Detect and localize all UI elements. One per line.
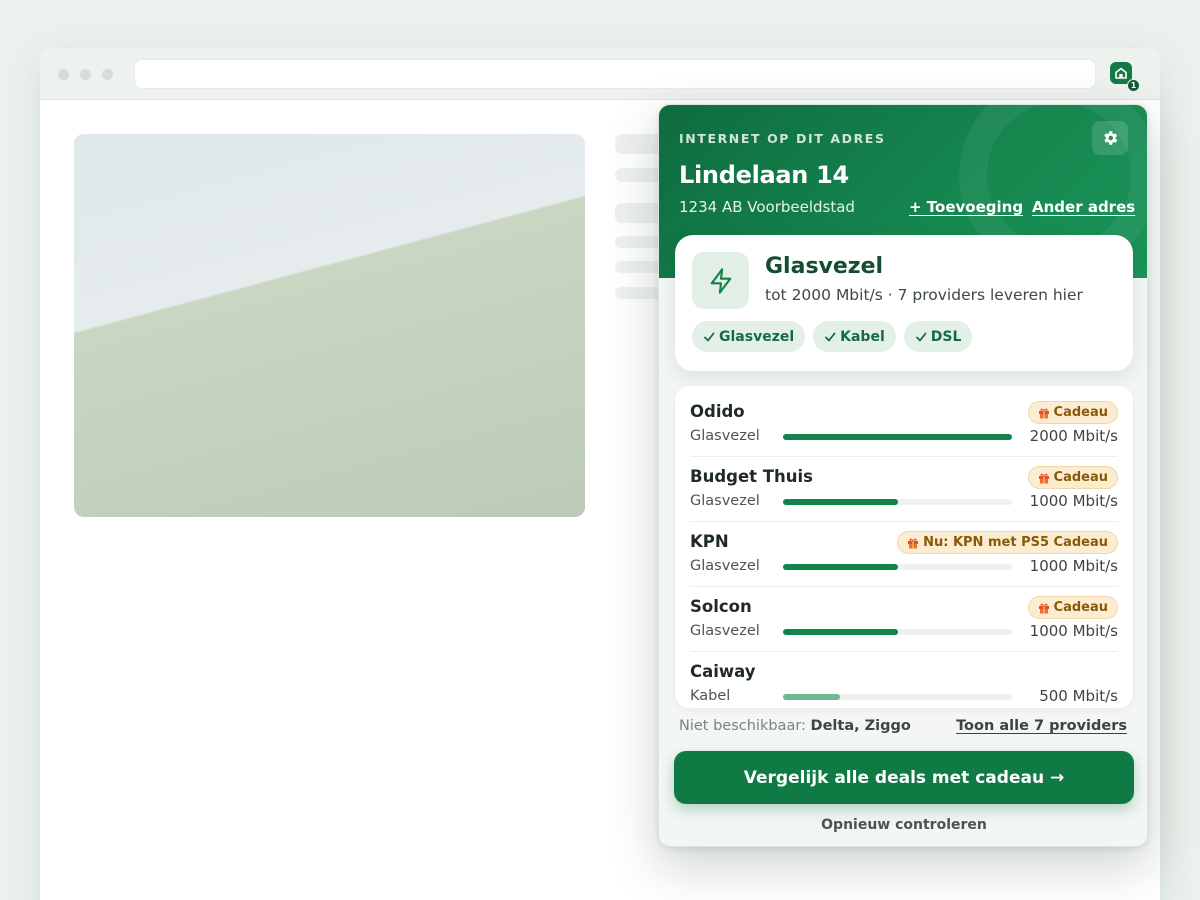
speed-bar-fill <box>783 499 898 505</box>
address-street: Lindelaan 14 <box>679 161 849 189</box>
speed-bar <box>783 499 1012 505</box>
other-address-link[interactable]: Ander adres <box>1032 198 1135 216</box>
window-dot-close[interactable] <box>58 69 69 80</box>
address-bar[interactable] <box>134 59 1096 89</box>
provider-row[interactable]: Budget Thuis Cadeau Glasvezel 1000 Mbit/… <box>690 457 1118 522</box>
speed-bar <box>783 694 1012 700</box>
provider-list: Odido Cadeau Glasvezel 2000 Mbit/s Budge… <box>675 386 1133 708</box>
unavailable-label: Niet beschikbaar: <box>679 718 806 734</box>
provider-name: KPN <box>690 532 729 551</box>
settings-button[interactable] <box>1092 121 1128 155</box>
unavailable-providers: Niet beschikbaar: Delta, Ziggo <box>679 718 911 734</box>
provider-row[interactable]: KPN Nu: KPN met PS5 Cadeau Glasvezel 100… <box>690 522 1118 587</box>
provider-row[interactable]: Odido Cadeau Glasvezel 2000 Mbit/s <box>690 392 1118 457</box>
provider-speed: 1000 Mbit/s <box>1029 622 1118 640</box>
gift-badge[interactable]: Cadeau <box>1027 596 1118 619</box>
window-dot-minimize[interactable] <box>80 69 91 80</box>
house-icon <box>1115 67 1127 79</box>
unavailable-value: Delta, Ziggo <box>810 718 911 734</box>
gift-badge-label: Cadeau <box>1053 600 1108 615</box>
provider-speed: 500 Mbit/s <box>1039 687 1118 705</box>
extension-badge: 1 <box>1127 79 1140 92</box>
recheck-button[interactable]: Opnieuw controleren <box>659 817 1147 833</box>
check-icon <box>825 332 836 341</box>
provider-type: Kabel <box>690 688 731 704</box>
popup-eyebrow: INTERNET OP DIT ADRES <box>679 131 886 146</box>
technology-chip: DSL <box>903 321 973 352</box>
speed-bar-fill <box>783 694 841 700</box>
provider-speed: 1000 Mbit/s <box>1029 557 1118 575</box>
gift-icon <box>908 538 919 548</box>
provider-type: Glasvezel <box>690 558 760 574</box>
chip-label: Glasvezel <box>719 328 795 345</box>
provider-type: Glasvezel <box>690 428 760 444</box>
chip-label: Kabel <box>840 328 885 345</box>
gift-icon <box>1038 408 1049 418</box>
bolt-icon <box>710 267 731 294</box>
gift-badge-label: Cadeau <box>1053 470 1108 485</box>
compare-deals-button[interactable]: Vergelijk alle deals met cadeau → <box>674 751 1134 804</box>
provider-row[interactable]: Caiway Kabel 500 Mbit/s <box>690 652 1118 717</box>
page-hero-image <box>74 134 585 517</box>
speed-bar <box>783 564 1012 570</box>
show-all-providers-link[interactable]: Toon alle 7 providers <box>956 718 1127 734</box>
provider-name: Budget Thuis <box>690 467 813 486</box>
gift-badge[interactable]: Nu: KPN met PS5 Cadeau <box>897 531 1118 554</box>
provider-type: Glasvezel <box>690 623 760 639</box>
add-suffix-link[interactable]: + Toevoeging <box>909 198 1023 216</box>
address-city: 1234 AB Voorbeeldstad <box>679 198 855 216</box>
speed-bar <box>783 434 1012 440</box>
check-icon <box>915 332 927 341</box>
provider-name: Caiway <box>690 662 756 681</box>
gift-badge-label: Nu: KPN met PS5 Cadeau <box>923 535 1108 550</box>
speed-bar-fill <box>783 629 898 635</box>
gift-badge[interactable]: Cadeau <box>1027 401 1118 424</box>
technology-chips: Glasvezel Kabel DSL <box>692 321 973 352</box>
speed-bar-fill <box>783 434 1012 440</box>
technology-subtitle: tot 2000 Mbit/s · 7 providers leveren hi… <box>765 286 1083 304</box>
provider-name: Solcon <box>690 597 752 616</box>
technology-title: Glasvezel <box>765 254 884 279</box>
provider-row[interactable]: Solcon Cadeau Glasvezel 1000 Mbit/s <box>690 587 1118 652</box>
speed-bar <box>783 629 1012 635</box>
best-technology-card: Glasvezel tot 2000 Mbit/s · 7 providers … <box>675 235 1133 371</box>
technology-chip: Kabel <box>813 321 896 352</box>
bolt-tile <box>692 252 749 309</box>
gear-icon <box>1104 131 1118 145</box>
check-icon <box>704 332 715 341</box>
window-dot-maximize[interactable] <box>102 69 113 80</box>
gift-icon <box>1038 473 1049 483</box>
browser-toolbar: 1 <box>40 48 1160 100</box>
gift-icon <box>1038 603 1049 613</box>
speed-bar-fill <box>783 564 898 570</box>
provider-name: Odido <box>690 402 745 421</box>
provider-type: Glasvezel <box>690 493 760 509</box>
technology-chip: Glasvezel <box>692 321 806 352</box>
gift-badge[interactable]: Cadeau <box>1027 466 1118 489</box>
provider-speed: 1000 Mbit/s <box>1029 492 1118 510</box>
chip-label: DSL <box>930 328 962 345</box>
extension-popup: INTERNET OP DIT ADRES Lindelaan 14 1234 … <box>658 104 1148 847</box>
provider-speed: 2000 Mbit/s <box>1029 427 1118 445</box>
gift-badge-label: Cadeau <box>1053 405 1108 420</box>
